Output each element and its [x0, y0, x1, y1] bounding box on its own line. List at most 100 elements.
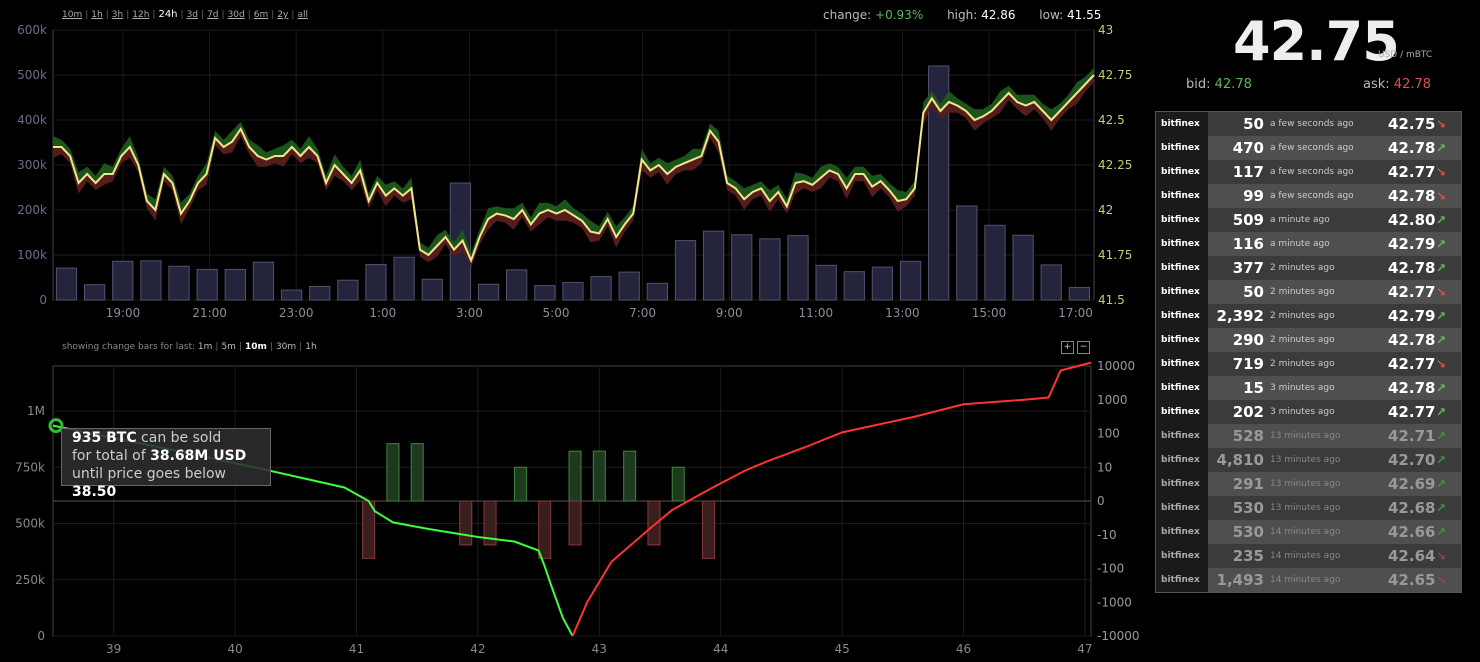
arrow-down-icon: ↘ — [1435, 357, 1447, 371]
trade-exchange: bitfinex — [1156, 232, 1208, 256]
range-option-30d[interactable]: 30d — [228, 10, 245, 20]
tooltip-btc: 935 BTC — [72, 430, 137, 446]
y-right-tick-label: -10000 — [1097, 629, 1140, 643]
trade-main: 99 a few seconds ago 42.78 ↘ — [1208, 184, 1461, 208]
range-option-7d[interactable]: 7d — [207, 10, 218, 20]
trade-amount: 530 — [1232, 499, 1264, 517]
trade-main: 377 2 minutes ago 42.78 ↗ — [1208, 256, 1461, 280]
trade-time: 3 minutes ago — [1270, 407, 1335, 417]
change-bars-option-1m[interactable]: 1m — [198, 342, 213, 352]
y-right-tick-label: 41.5 — [1098, 293, 1125, 307]
x-tick-label: 17:00 — [1058, 306, 1093, 320]
trade-row: bitfinex 291 13 minutes ago 42.69 ↗ — [1156, 472, 1461, 496]
arrow-down-icon: ↘ — [1435, 189, 1447, 203]
trade-amount: 470 — [1232, 139, 1264, 157]
change-bars-option-1h[interactable]: 1h — [305, 342, 316, 352]
trade-price: 42.77 — [1388, 283, 1436, 301]
y-right-tick-label: -10 — [1097, 528, 1117, 542]
range-option-2y[interactable]: 2y — [277, 10, 288, 20]
x-tick-label: 40 — [227, 642, 242, 656]
range-separator: | — [126, 10, 130, 20]
option-separator: | — [215, 342, 219, 352]
x-tick-label: 44 — [713, 642, 728, 656]
last-price: 42.75 — [1233, 10, 1400, 73]
trade-amount: 509 — [1232, 211, 1264, 229]
arrow-up-icon: ↗ — [1435, 261, 1447, 275]
trade-amount: 50 — [1243, 283, 1264, 301]
y-right-tick-label: 10 — [1097, 460, 1112, 474]
volume-bar — [309, 286, 331, 301]
trade-time: 3 minutes ago — [1270, 383, 1335, 393]
trade-exchange: bitfinex — [1156, 112, 1208, 136]
y-right-tick-label: 42 — [1098, 203, 1113, 217]
trade-exchange: bitfinex — [1156, 496, 1208, 520]
y-right-tick-label: 42.75 — [1098, 68, 1132, 82]
y-right-tick-label: 1000 — [1097, 393, 1128, 407]
market-depth-chart[interactable]: 0250k500k750k1M39 40 41 42 43 44 45 46 471000010… — [0, 358, 1150, 662]
range-option-1h[interactable]: 1h — [91, 10, 102, 20]
volume-bar — [562, 281, 584, 301]
range-option-12h[interactable]: 12h — [132, 10, 149, 20]
range-option-6m[interactable]: 6m — [254, 10, 269, 20]
trade-time: 2 minutes ago — [1270, 287, 1335, 297]
volume-bar — [899, 260, 922, 301]
trade-row: bitfinex 50 2 minutes ago 42.77 ↘ — [1156, 280, 1461, 304]
range-option-all[interactable]: all — [297, 10, 308, 20]
change-bars-option-10m[interactable]: 10m — [245, 342, 267, 352]
trade-time: a few seconds ago — [1270, 191, 1354, 201]
x-tick-label: 13:00 — [885, 306, 920, 320]
trade-price: 42.78 — [1388, 331, 1436, 349]
change-bars-option-5m[interactable]: 5m — [221, 342, 236, 352]
tooltip-price: 38.50 — [72, 484, 117, 500]
x-tick-label: 9:00 — [716, 306, 743, 320]
volume-bar — [365, 263, 387, 301]
change-bars-option-30m[interactable]: 30m — [276, 342, 296, 352]
trade-exchange: bitfinex — [1156, 328, 1208, 352]
y-right-tick-label: 42.25 — [1098, 158, 1132, 172]
trade-main: 50 2 minutes ago 42.77 ↘ — [1208, 280, 1461, 304]
trade-main: 1,493 14 minutes ago 42.65 ↘ — [1208, 568, 1461, 592]
trade-price: 42.71 — [1388, 427, 1436, 445]
trade-amount: 50 — [1243, 115, 1264, 133]
y-left-tick-label: 0 — [37, 629, 45, 643]
trade-exchange: bitfinex — [1156, 208, 1208, 232]
range-option-24h[interactable]: 24h — [158, 9, 177, 20]
arrow-up-icon: ↗ — [1435, 405, 1447, 419]
trade-amount: 117 — [1232, 163, 1264, 181]
arrow-up-icon: ↗ — [1435, 309, 1447, 323]
trade-row: bitfinex 530 14 minutes ago 42.66 ↗ — [1156, 520, 1461, 544]
trade-amount: 719 — [1232, 355, 1264, 373]
range-option-10m[interactable]: 10m — [62, 10, 82, 20]
trade-price: 42.77 — [1388, 163, 1436, 181]
volume-bar — [1012, 234, 1034, 301]
trade-time: a minute ago — [1270, 239, 1330, 249]
x-tick-label: 42 — [470, 642, 485, 656]
y-left-tick-label: 750k — [15, 460, 45, 474]
x-tick-label: 43 — [592, 642, 607, 656]
change-bar-down — [459, 500, 473, 546]
zoom-in-button[interactable]: + — [1061, 341, 1074, 354]
y-left-tick-label: 600k — [17, 23, 47, 37]
arrow-down-icon: ↘ — [1435, 573, 1447, 587]
range-option-3h[interactable]: 3h — [112, 10, 123, 20]
volume-bar — [280, 289, 303, 301]
trade-amount: 1,493 — [1216, 571, 1264, 589]
trade-main: 50 a few seconds ago 42.75 ↘ — [1208, 112, 1461, 136]
zoom-out-button[interactable]: − — [1077, 341, 1090, 354]
trade-main: 470 a few seconds ago 42.78 ↗ — [1208, 136, 1461, 160]
trade-price: 42.64 — [1388, 547, 1436, 565]
y-right-tick-label: -1000 — [1097, 595, 1132, 609]
change-bar-up — [671, 466, 685, 502]
volume-bar — [731, 234, 753, 301]
price-volume-chart[interactable]: 0 100k 200k 300k 400k 500k 600k 41.5 41.75 42 42.2… — [0, 20, 1150, 320]
range-option-3d[interactable]: 3d — [187, 10, 198, 20]
volume-bar — [196, 268, 218, 301]
trade-row: bitfinex 117 a few seconds ago 42.77 ↘ — [1156, 160, 1461, 184]
y-right-tick-label: 41.75 — [1098, 248, 1132, 262]
trade-price: 42.79 — [1388, 235, 1436, 253]
trade-price: 42.65 — [1388, 571, 1436, 589]
trade-row: bitfinex 50 a few seconds ago 42.75 ↘ — [1156, 112, 1461, 136]
trade-row: bitfinex 530 13 minutes ago 42.68 ↗ — [1156, 496, 1461, 520]
range-separator: | — [201, 10, 205, 20]
trade-amount: 290 — [1232, 331, 1264, 349]
